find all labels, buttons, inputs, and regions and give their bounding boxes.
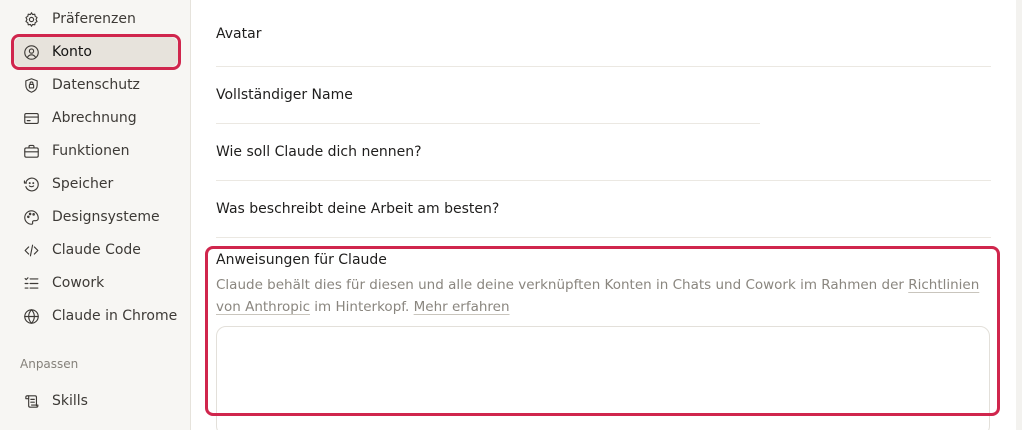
sidebar-item-speicher[interactable]: Speicher [14, 169, 178, 199]
shield-icon [22, 76, 40, 94]
sidebar-item-label: Claude in Chrome [52, 308, 178, 324]
sidebar-item-skills[interactable]: Skills [14, 386, 178, 416]
sidebar-item-cowork[interactable]: Cowork [14, 268, 178, 298]
sidebar-item-claude-in-chrome[interactable]: Claude in Chrome [14, 301, 178, 331]
instructions-desc-prefix: Claude behält dies für diesen und alle d… [216, 277, 909, 293]
credit-card-icon [22, 109, 40, 127]
sidebar-item-label: Skills [52, 393, 88, 409]
sidebar-item-label: Abrechnung [52, 110, 137, 126]
scrollbar[interactable] [1016, 0, 1022, 430]
scroll-icon [22, 392, 40, 410]
memory-face-icon [22, 175, 40, 193]
instructions-title: Anweisungen für Claude [216, 252, 387, 268]
account-settings-panel: Avatar Vollständiger Name Wie soll Claud… [192, 0, 1024, 430]
sidebar-item-praeferenzen[interactable]: Präferenzen [14, 4, 178, 34]
sidebar-item-claude-code[interactable]: Claude Code [14, 235, 178, 265]
divider [216, 123, 760, 124]
instructions-desc-middle: im Hinterkopf. [310, 299, 414, 315]
work-description-label: Was beschreibt deine Arbeit am besten? [216, 201, 500, 217]
globe-icon [22, 307, 40, 325]
divider [216, 66, 991, 67]
nickname-label: Wie soll Claude dich nennen? [216, 144, 422, 160]
sidebar: Präferenzen Konto Datenschutz Abrechnung… [0, 0, 191, 430]
sidebar-item-label: Funktionen [52, 143, 130, 159]
section-label-anpassen: Anpassen [20, 357, 79, 371]
learn-more-link[interactable]: Mehr erfahren [414, 299, 510, 315]
full-name-label: Vollständiger Name [216, 87, 353, 103]
sidebar-item-designsysteme[interactable]: Designsysteme [14, 202, 178, 232]
sidebar-item-label: Speicher [52, 176, 114, 192]
sidebar-item-label: Präferenzen [52, 11, 136, 27]
sidebar-item-abrechnung[interactable]: Abrechnung [14, 103, 178, 133]
sidebar-item-label: Claude Code [52, 242, 141, 258]
gear-icon [22, 10, 40, 28]
divider [216, 180, 991, 181]
avatar-label: Avatar [216, 26, 262, 42]
checklist-icon [22, 274, 40, 292]
instructions-textarea[interactable] [216, 326, 990, 430]
code-icon [22, 241, 40, 259]
sidebar-item-label: Designsysteme [52, 209, 160, 225]
divider [216, 237, 991, 238]
sidebar-item-funktionen[interactable]: Funktionen [14, 136, 178, 166]
sidebar-item-konto[interactable]: Konto [14, 37, 178, 67]
sidebar-item-label: Datenschutz [52, 77, 140, 93]
instructions-description: Claude behält dies für diesen und alle d… [216, 274, 986, 318]
sidebar-item-label: Cowork [52, 275, 105, 291]
briefcase-icon [22, 142, 40, 160]
palette-icon [22, 208, 40, 226]
sidebar-item-label: Konto [52, 44, 92, 60]
user-circle-icon [22, 43, 40, 61]
sidebar-item-datenschutz[interactable]: Datenschutz [14, 70, 178, 100]
